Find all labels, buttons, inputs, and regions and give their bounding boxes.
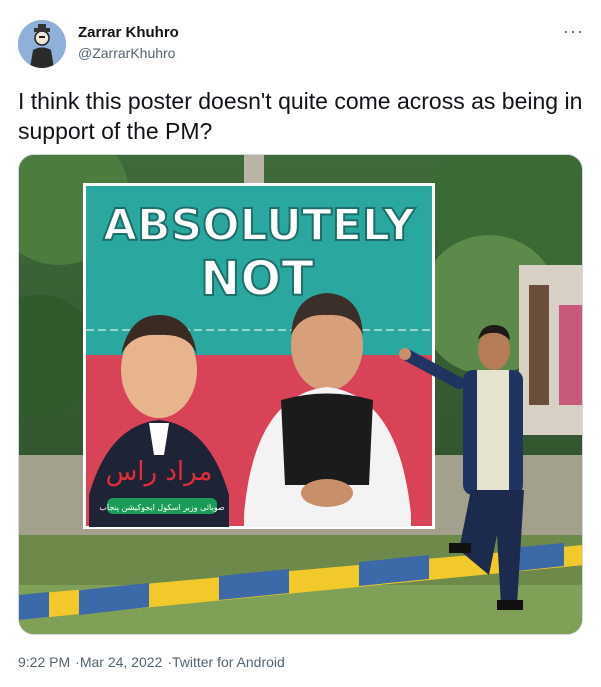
avatar[interactable] [18, 20, 66, 68]
poster-headline-line2: NOT [200, 251, 314, 307]
tweet-source[interactable]: Twitter for Android [172, 654, 285, 670]
poster-headline-line1: ABSOLUTELY [103, 200, 416, 251]
author-display-name[interactable]: Zarrar Khuhro [78, 24, 179, 42]
more-horizontal-icon[interactable]: ··· [563, 22, 584, 40]
tweet-photo[interactable]: ABSOLUTELY NOT مراد راس صوبائی وزیر اسکو… [18, 154, 583, 635]
poster-urdu-name: مراد راس [106, 457, 213, 487]
avatar-illustration [18, 20, 66, 68]
tweet-meta: 9:22 PM ·Mar 24, 2022 ·Twitter for Android [18, 654, 285, 670]
tweet-text: I think this poster doesn't quite come a… [18, 88, 583, 144]
poster-photo-illustration: ABSOLUTELY NOT مراد راس صوبائی وزیر اسکو… [19, 155, 582, 634]
billboard: ABSOLUTELY NOT مراد راس صوبائی وزیر اسکو… [83, 183, 435, 529]
poster-urdu-caption: صوبائی وزیر اسکول ایجوکیشن پنجاب [99, 503, 224, 512]
author-handle[interactable]: @ZarrarKhuhro [78, 44, 179, 62]
tweet-date[interactable]: Mar 24, 2022 [80, 654, 163, 670]
tweet-header: Zarrar Khuhro @ZarrarKhuhro ··· [18, 18, 584, 68]
tweet-time[interactable]: 9:22 PM [18, 654, 70, 670]
